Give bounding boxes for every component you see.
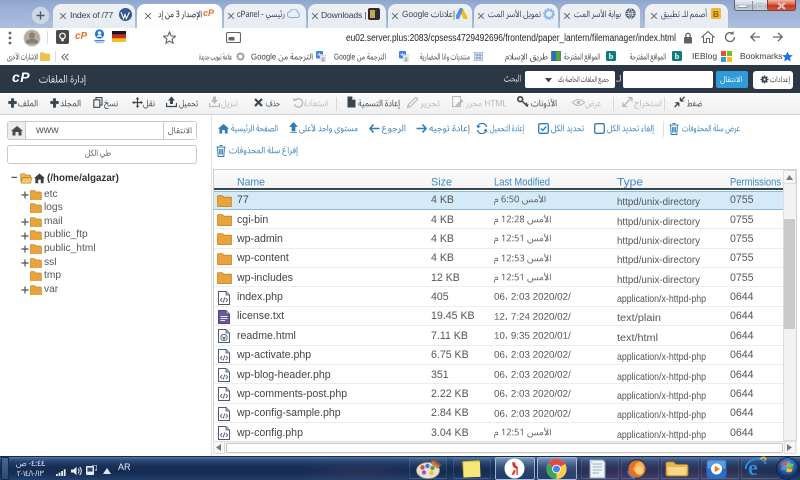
svg-text:httpd/unix-directory: httpd/unix-directory [617, 236, 701, 247]
svg-text:application/x-httpd-php: application/x-httpd-php [617, 391, 706, 402]
svg-text:application/x-httpd-php: application/x-httpd-php [617, 294, 706, 305]
svg-text:B: B [713, 9, 719, 19]
svg-text:Permissions: Permissions [730, 176, 781, 188]
svg-text:eu02.server.plus:2083/cpsess47: eu02.server.plus:2083/cpsess4729492696/f… [346, 33, 676, 44]
svg-text:b: b [675, 52, 680, 61]
svg-text:text/plain: text/plain [617, 313, 661, 324]
svg-text:Type: Type [617, 176, 643, 188]
svg-text:application/x-httpd-php: application/x-httpd-php [617, 371, 706, 382]
svg-text:Size: Size [431, 176, 452, 188]
svg-text:httpd/unix-directory: httpd/unix-directory [617, 197, 701, 208]
svg-text:text/html: text/html [617, 333, 658, 344]
svg-text:application/x-httpd-php: application/x-httpd-php [617, 352, 706, 363]
svg-text:httpd/unix-directory: httpd/unix-directory [617, 255, 701, 266]
svg-text:httpd/unix-directory: httpd/unix-directory [617, 216, 701, 227]
svg-text:g: g [321, 56, 324, 62]
svg-text:application/x-httpd-php: application/x-httpd-php [617, 430, 706, 441]
svg-text:g: g [404, 56, 407, 62]
svg-text:application/x-httpd-php: application/x-httpd-php [617, 410, 706, 421]
svg-text:Name: Name [237, 176, 265, 188]
svg-text:httpd/unix-directory: httpd/unix-directory [617, 274, 701, 285]
svg-text:b: b [609, 52, 614, 61]
svg-text:Last Modified: Last Modified [494, 176, 550, 188]
